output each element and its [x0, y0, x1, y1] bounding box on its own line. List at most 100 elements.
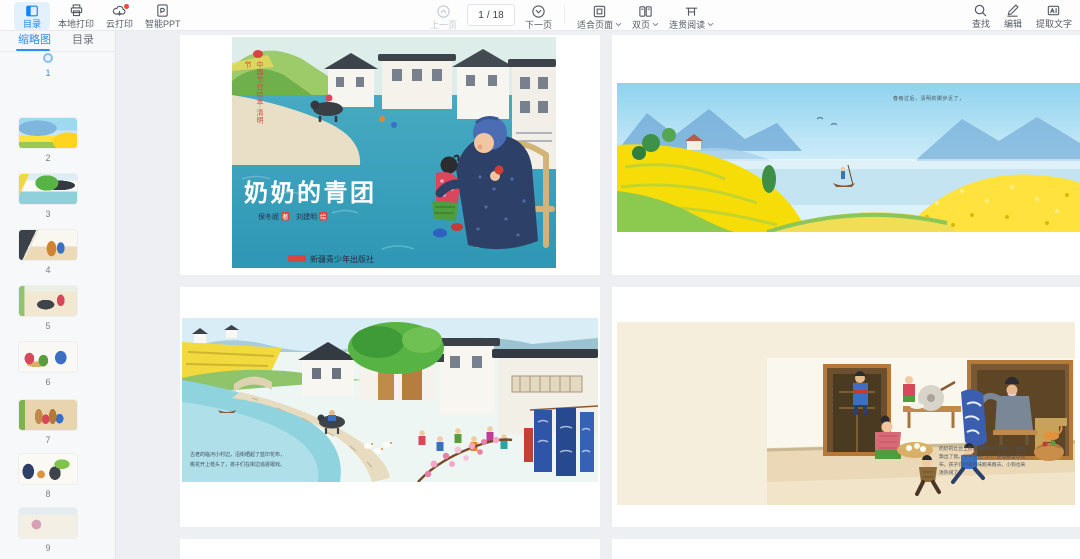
catalog-toggle-button[interactable]: 目录 [14, 2, 50, 30]
thumbnail-image [19, 230, 77, 260]
page-3-spread: 古老的临河小村边，沿街晒起了蓝印花布， 桃花开上枝头了，孩子们在岸边追逐嬉戏。 [180, 287, 600, 527]
tab-catalog[interactable]: 目录 [72, 30, 94, 50]
thumbnail-page-3[interactable]: 3 [0, 174, 96, 219]
thumbnail-image [19, 342, 77, 372]
page-separator: / [486, 9, 490, 21]
active-tab-underline [16, 49, 50, 51]
publisher-logo [288, 255, 306, 262]
extract-text-label: 提取文字 [1035, 19, 1072, 29]
cover-illustration: 奶奶的青团 保冬妮 著 刘建明 绘 新疆青少年出版社 [232, 37, 556, 268]
book-title: 奶奶的青团 [244, 179, 377, 207]
top-toolbar: 目录 本地打印 云打印 智能PPT 上一页 1 / 18 下一页 适合页面 双页… [0, 0, 1080, 31]
page-number-input[interactable]: 1 / 18 [467, 4, 516, 26]
continuous-reading-icon [684, 4, 699, 19]
next-page-icon [531, 4, 546, 19]
printer-icon [69, 3, 84, 18]
thumbnail-sidebar: 缩略图 目录 1 2 3 4 5 6 7 8 9 [0, 30, 116, 559]
landscape-illustration: 春雨过后，清明的脚步近了， [617, 83, 1080, 232]
page-6-partial [612, 539, 1080, 559]
double-page-icon [638, 4, 653, 19]
thumbnail-page-2[interactable]: 2 [0, 118, 96, 163]
page-5-partial [180, 539, 600, 559]
author-name: 保冬妮 [258, 212, 279, 221]
thumbnail-number: 8 [45, 489, 51, 499]
double-page-label: 双页 [632, 19, 651, 30]
continuous-reading-dropdown[interactable]: 连贯阅读 [669, 1, 714, 30]
page-caption-line4: 凑热闹了。 [939, 469, 963, 476]
chevron-down-icon [652, 22, 659, 27]
thumbnail-image [19, 400, 77, 430]
thumbnail-page-7[interactable]: 7 [0, 400, 96, 445]
thumbnail-page-8[interactable]: 8 [0, 454, 96, 499]
catalog-toggle-label: 目录 [22, 19, 41, 29]
double-page-dropdown[interactable]: 双页 [632, 1, 659, 30]
page-caption-line2: 桃花开上枝头了，孩子们在岸边追逐嬉戏。 [190, 461, 285, 468]
local-print-label: 本地打印 [58, 19, 95, 29]
series-seal: 中国节日绘本·清明节 [244, 61, 263, 124]
edit-label: 编辑 [1003, 19, 1022, 29]
tab-thumbnails[interactable]: 缩略图 [18, 30, 51, 50]
search-icon [973, 3, 988, 18]
thumbnail-page-5[interactable]: 5 [0, 286, 96, 331]
find-button[interactable]: 查找 [972, 0, 990, 29]
catalog-panel-icon [25, 4, 39, 18]
document-viewport: 奶奶的青团 保冬妮 著 刘建明 绘 新疆青少年出版社 中国节日绘本·清明节 春雨… [116, 30, 1080, 559]
page-1-cover: 奶奶的青团 保冬妮 著 刘建明 绘 新疆青少年出版社 中国节日绘本·清明节 [180, 35, 600, 275]
next-page-label: 下一页 [525, 19, 553, 30]
thumbnail-number: 7 [45, 435, 51, 445]
thumbnail-image [19, 508, 77, 538]
thumbnail-page-1[interactable]: 1 [0, 53, 96, 78]
thumbnail-number: 1 [45, 68, 51, 78]
thumbnail-number: 3 [45, 209, 51, 219]
next-page-button[interactable]: 下一页 [525, 1, 552, 30]
thumbnail-image [19, 454, 77, 484]
thumbnail-image [19, 118, 77, 148]
page-caption: 春雨过后，清明的脚步近了， [893, 95, 965, 102]
chevron-down-icon [615, 22, 622, 27]
smart-ppt-label: 智能PPT [145, 19, 181, 29]
thumbnail-image [19, 286, 77, 316]
publisher-name: 新疆青少年出版社 [310, 254, 374, 264]
thumbnail-image [19, 174, 77, 204]
continuous-reading-label: 连贯阅读 [669, 19, 706, 30]
find-label: 查找 [971, 19, 990, 29]
courtyard-illustration: 奶奶的灶台上熬着甜甜的豆沙馅儿，香气 飘出了窗。爷爷坐在门口，整理着蓝印花 布，… [617, 322, 1075, 505]
thumbnail-number: 4 [45, 265, 51, 275]
cloud-print-label: 云打印 [106, 19, 134, 29]
extract-text-button[interactable]: 提取文字 [1036, 0, 1072, 29]
thumbnail-number: 5 [45, 321, 51, 331]
toolbar-divider [564, 6, 566, 24]
prev-page-button[interactable]: 上一页 [430, 1, 457, 30]
illustrator-name: 刘建明 [296, 212, 317, 221]
prev-page-label: 上一页 [430, 19, 458, 30]
author-role-seal: 著 [282, 213, 288, 221]
page-caption-line1: 古老的临河小村边，沿街晒起了蓝印花布， [190, 451, 285, 458]
total-pages: 18 [492, 9, 504, 21]
thumbnail-number: 2 [45, 153, 51, 163]
thumbnail-selected-frame [43, 53, 53, 63]
fit-page-icon [592, 4, 607, 19]
illustrator-role-seal: 绘 [320, 213, 326, 221]
fit-page-label: 适合页面 [577, 19, 614, 30]
sidebar-tabs: 缩略图 目录 [0, 30, 115, 52]
extract-text-icon [1046, 3, 1061, 18]
series-stamp-icon [253, 50, 263, 58]
thumbnail-number: 6 [45, 377, 51, 387]
smart-ppt-button[interactable]: 智能PPT [145, 0, 181, 29]
page-2-spread: 春雨过后，清明的脚步近了， [612, 35, 1080, 275]
local-print-button[interactable]: 本地打印 [58, 0, 94, 29]
pencil-icon [1005, 3, 1020, 18]
edit-button[interactable]: 编辑 [1004, 0, 1022, 29]
thumbnail-page-4[interactable]: 4 [0, 230, 96, 275]
page-caption-line3: 布，孩子们闻着香味跑来跑去，小狗也来 [939, 461, 1026, 468]
fit-page-dropdown[interactable]: 适合页面 [577, 1, 622, 30]
page-caption-line1: 奶奶的灶台上熬着甜甜的豆沙馅儿，香气 [939, 445, 1026, 452]
prev-page-icon [436, 4, 451, 19]
water-town-illustration: 古老的临河小村边，沿街晒起了蓝印花布， 桃花开上枝头了，孩子们在岸边追逐嬉戏。 [182, 318, 598, 482]
page-4-spread: 奶奶的灶台上熬着甜甜的豆沙馅儿，香气 飘出了窗。爷爷坐在门口，整理着蓝印花 布，… [612, 287, 1080, 527]
thumbnail-page-6[interactable]: 6 [0, 342, 96, 387]
thumbnail-page-9[interactable]: 9 [0, 508, 96, 553]
cloud-print-button[interactable]: 云打印 [106, 0, 133, 29]
page-caption-line2: 飘出了窗。爷爷坐在门口，整理着蓝印花 [939, 453, 1026, 460]
document-icon [155, 3, 170, 18]
